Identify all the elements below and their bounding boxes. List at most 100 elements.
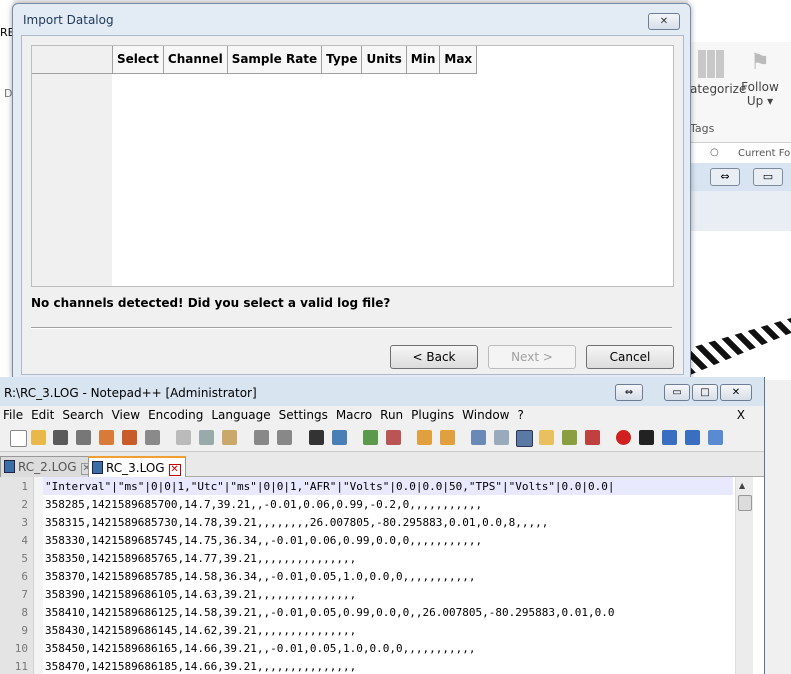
- record-macro-icon[interactable]: [616, 430, 631, 445]
- line-number: 1: [21, 480, 28, 493]
- menu-plugins[interactable]: Plugins: [408, 406, 457, 425]
- menu-run[interactable]: Run: [377, 406, 406, 425]
- code-line: 358370,1421589685785,14.58,36.34,,-0.01,…: [45, 570, 476, 583]
- dialog-client-area: Select Channel Sample Rate Type Units Mi…: [21, 35, 684, 375]
- column-header-channel[interactable]: Channel: [163, 46, 228, 74]
- restore-icon[interactable]: ⇔: [710, 168, 740, 186]
- menu-edit[interactable]: Edit: [28, 406, 57, 425]
- menu-macro[interactable]: Macro: [333, 406, 375, 425]
- import-datalog-dialog: Import Datalog ✕ Select Channel Sample R…: [12, 3, 691, 382]
- replace-icon[interactable]: [332, 430, 347, 445]
- code-line: 358430,1421589686145,14.62,39.21,,,,,,,,…: [45, 624, 357, 637]
- fold-margin: [34, 477, 43, 674]
- show-all-chars-icon[interactable]: [494, 430, 509, 445]
- line-number: 11: [14, 660, 28, 673]
- user-language-icon[interactable]: [539, 430, 554, 445]
- column-header-type[interactable]: Type: [322, 46, 363, 74]
- minimize-icon[interactable]: ▭: [753, 168, 783, 186]
- menu-search[interactable]: Search: [59, 406, 106, 425]
- open-file-icon[interactable]: [31, 430, 46, 445]
- function-list-icon[interactable]: [585, 430, 600, 445]
- notepadpp-window: R:\RC_3.LOG - Notepad++ [Administrator] …: [0, 377, 765, 674]
- back-button[interactable]: < Back: [390, 345, 478, 369]
- play-macro-icon[interactable]: [662, 430, 677, 445]
- column-header-units[interactable]: Units: [362, 46, 407, 74]
- column-header-sample-rate[interactable]: Sample Rate: [227, 46, 323, 74]
- next-button[interactable]: Next >: [488, 345, 576, 369]
- cancel-button[interactable]: Cancel: [586, 345, 674, 369]
- channels-grid[interactable]: Select Channel Sample Rate Type Units Mi…: [31, 45, 674, 287]
- zoom-in-icon[interactable]: [363, 430, 378, 445]
- menu-help[interactable]: ?: [514, 406, 526, 425]
- print-icon[interactable]: [145, 430, 160, 445]
- document-tabs: RC_2.LOG ✕ RC_3.LOG ✕: [0, 452, 764, 478]
- maximize-icon[interactable]: □: [692, 384, 718, 401]
- menu-file[interactable]: File: [0, 406, 26, 425]
- tab-close-icon[interactable]: ✕: [168, 464, 181, 476]
- dialog-close-button[interactable]: ✕: [648, 13, 680, 30]
- code-line: 358350,1421589685765,14.77,39.21,,,,,,,,…: [45, 552, 357, 565]
- line-number: 2: [21, 498, 28, 511]
- categorize-button[interactable]: ategorize: [690, 50, 746, 96]
- minimize-icon[interactable]: ▭: [664, 384, 690, 401]
- grid-row-header: [32, 46, 112, 286]
- code-line: 358410,1421589686125,14.58,39.21,,-0.01,…: [45, 606, 615, 619]
- sync-vertical-icon[interactable]: [417, 430, 432, 445]
- stop-macro-icon[interactable]: [639, 430, 654, 445]
- find-icon[interactable]: [309, 430, 324, 445]
- column-header-max[interactable]: Max: [440, 46, 478, 74]
- line-number: 4: [21, 534, 28, 547]
- follow-up-button[interactable]: ⚑ Follow Up ▾: [738, 50, 782, 108]
- cut-icon[interactable]: [176, 430, 191, 445]
- tab-rc-3-log[interactable]: RC_3.LOG ✕: [88, 456, 186, 478]
- tags-group-label: Tags: [690, 122, 715, 135]
- redo-icon[interactable]: [277, 430, 292, 445]
- column-header-min[interactable]: Min: [406, 46, 441, 74]
- save-icon[interactable]: [53, 430, 68, 445]
- menu-bar: File Edit Search View Encoding Language …: [0, 406, 764, 425]
- run-macro-multiple-icon[interactable]: [685, 430, 700, 445]
- background-window-bar: ⇔ ▭: [688, 163, 791, 192]
- menu-close-document[interactable]: X: [734, 406, 748, 425]
- word-wrap-icon[interactable]: [471, 430, 486, 445]
- new-file-icon[interactable]: [10, 430, 27, 447]
- text-editor[interactable]: 1 "Interval"|"ms"|0|0|1,"Utc"|"ms"|0|0|1,…: [0, 477, 755, 674]
- line-number: 5: [21, 552, 28, 565]
- menu-window[interactable]: Window: [459, 406, 512, 425]
- paste-icon[interactable]: [222, 430, 237, 445]
- vertical-scrollbar[interactable]: ▲: [735, 477, 753, 674]
- doc-map-icon[interactable]: [562, 430, 577, 445]
- line-number: 9: [21, 624, 28, 637]
- copy-icon[interactable]: [199, 430, 214, 445]
- restore-icon[interactable]: ⇔: [615, 384, 643, 401]
- sync-horizontal-icon[interactable]: [440, 430, 455, 445]
- dialog-separator: [31, 327, 672, 329]
- current-folder-label: Current Fo: [738, 148, 791, 159]
- menu-language[interactable]: Language: [208, 406, 273, 425]
- tab-rc-2-log[interactable]: RC_2.LOG ✕: [0, 456, 98, 477]
- indent-guide-icon[interactable]: [516, 430, 533, 447]
- file-icon: [4, 460, 15, 473]
- code-line: "Interval"|"ms"|0|0|1,"Utc"|"ms"|0|0|1,"…: [45, 480, 615, 493]
- code-line: 358450,1421589686165,14.66,39.21,,-0.01,…: [45, 642, 476, 655]
- follow-label: Follow: [741, 80, 779, 94]
- undo-icon[interactable]: [254, 430, 269, 445]
- save-all-icon[interactable]: [76, 430, 91, 445]
- code-line: 358285,1421589685700,14.7,39.21,,-0.01,0…: [45, 498, 483, 511]
- menu-view[interactable]: View: [109, 406, 143, 425]
- categorize-icon: [698, 50, 724, 78]
- zoom-out-icon[interactable]: [386, 430, 401, 445]
- close-icon[interactable]: ✕: [720, 384, 752, 401]
- close-all-icon[interactable]: [122, 430, 137, 445]
- scrollbar-thumb[interactable]: [738, 495, 752, 511]
- column-header-select[interactable]: Select: [113, 46, 164, 74]
- menu-settings[interactable]: Settings: [276, 406, 331, 425]
- menu-encoding[interactable]: Encoding: [145, 406, 206, 425]
- flag-icon: ⚑: [750, 50, 770, 75]
- grid-corner-cell: [32, 46, 113, 74]
- no-channels-message: No channels detected! Did you select a v…: [31, 296, 391, 310]
- close-file-icon[interactable]: [99, 430, 114, 445]
- scroll-up-icon[interactable]: ▲: [739, 481, 745, 490]
- save-macro-icon[interactable]: [708, 430, 723, 445]
- code-line: 358315,1421589685730,14.78,39.21,,,,,,,,…: [45, 516, 549, 529]
